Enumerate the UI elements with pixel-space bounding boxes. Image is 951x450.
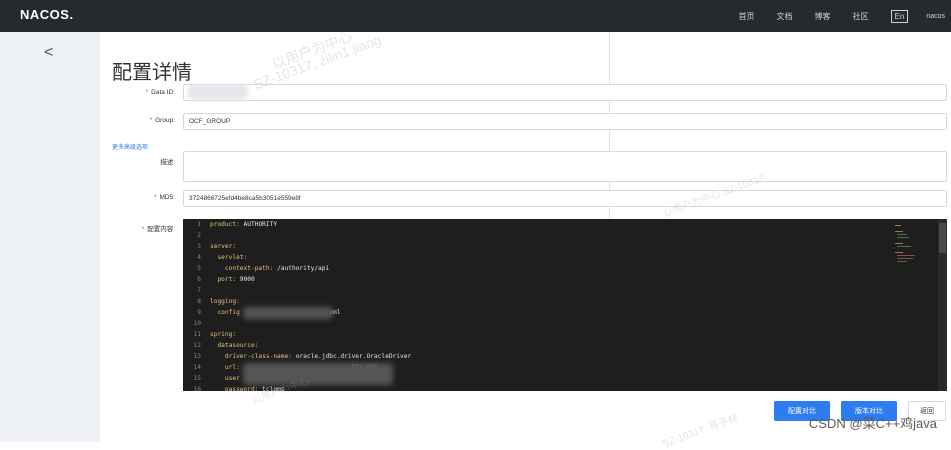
line-number: 12 xyxy=(193,342,201,349)
code-key: spring: xyxy=(210,331,237,338)
code-value: oracle.jdbc.driver.OracleDriver xyxy=(291,353,412,360)
top-navbar: NACOS. 首页 文档 博客 社区 En nacos xyxy=(0,0,951,32)
code-text: logging: xyxy=(210,298,240,305)
line-number: 14 xyxy=(193,364,201,371)
code-text: servlet: xyxy=(210,254,247,261)
md5-label: * MD5: xyxy=(153,194,175,201)
line-number: 13 xyxy=(193,353,201,360)
code-text: server: xyxy=(210,243,236,250)
language-switch-button[interactable]: En xyxy=(890,9,909,23)
line-number: 2 xyxy=(197,232,201,239)
code-text: datasource: xyxy=(210,342,258,349)
group-field[interactable]: OCF_GROUP xyxy=(183,113,947,130)
code-text: product: AUTHORITY xyxy=(210,221,277,228)
editor-scrollbar[interactable] xyxy=(938,219,947,391)
page-title: 配置详情 xyxy=(112,60,192,84)
code-key: driver-class-name: xyxy=(210,353,292,360)
watermark: 以用户为中心 xyxy=(269,28,355,72)
code-value: 9000 xyxy=(236,276,255,283)
line-number: 7 xyxy=(197,287,201,294)
code-key: user xyxy=(210,375,240,382)
more-advanced-options-link[interactable]: 更多高级选项 xyxy=(112,142,148,151)
description-textarea[interactable] xyxy=(183,151,947,182)
code-text: user xyxy=(210,375,240,382)
code-text: context-path: /authority/api xyxy=(210,265,329,272)
line-number: 3 xyxy=(197,243,201,250)
code-key: config xyxy=(210,309,240,316)
line-number: 1 xyxy=(197,221,201,228)
line-number: 11 xyxy=(193,331,201,338)
code-key: logging: xyxy=(210,298,240,305)
chevron-left-icon[interactable]: < xyxy=(44,44,53,62)
code-value: tclqms xyxy=(258,386,285,391)
code-key: url: xyxy=(210,364,240,371)
redacted-logging-config xyxy=(243,307,333,319)
code-editor[interactable]: 1 product: AUTHORITY 2 3 server: 4 servlet: 5 … xyxy=(183,219,947,391)
description-label: 描述: xyxy=(160,159,175,166)
editor-scrollbar-thumb[interactable] xyxy=(939,223,946,253)
code-key: port: xyxy=(210,276,237,283)
code-value: AUTHORITY xyxy=(239,221,278,228)
nav-community[interactable]: 社区 xyxy=(853,11,869,22)
redacted-data-id xyxy=(188,85,248,99)
nav-docs[interactable]: 文档 xyxy=(777,11,793,22)
code-key: context-path: xyxy=(210,265,274,272)
csdn-attribution: CSDN @菜C++鸡java xyxy=(808,416,937,431)
nav-home[interactable]: 首页 xyxy=(739,11,755,22)
top-nav: 首页 文档 博客 社区 En nacos xyxy=(717,0,951,32)
code-key: servlet: xyxy=(210,254,248,261)
line-number: 5 xyxy=(197,265,201,272)
watermark: SZ-10317, 蒋子林 xyxy=(661,412,740,450)
line-number: 6 xyxy=(197,276,201,283)
config-detail-panel: 配置详情 * Data ID: * Group: OCF_GROUP 更多高级选项 … xyxy=(100,28,951,450)
line-number: 15 xyxy=(193,375,201,382)
code-text: password: tclqms xyxy=(210,386,285,391)
code-key: product: xyxy=(210,221,240,228)
code-value: /authority/api xyxy=(273,265,330,272)
line-number: 9 xyxy=(197,309,201,316)
user-name[interactable]: nacos xyxy=(926,13,945,20)
nacos-logo[interactable]: NACOS. xyxy=(20,7,74,22)
group-label: * Group: xyxy=(149,117,175,124)
sidebar: < xyxy=(0,32,100,442)
code-text: driver-class-name: oracle.jdbc.driver.Or… xyxy=(210,353,411,360)
redacted-datasource xyxy=(243,363,393,385)
line-number: 4 xyxy=(197,254,201,261)
data-id-field[interactable] xyxy=(183,84,947,101)
code-text: spring: xyxy=(210,331,236,338)
data-id-label: * Data ID: xyxy=(145,89,175,96)
code-key: password: xyxy=(210,386,259,391)
code-text: port: 9000 xyxy=(210,276,255,283)
code-key: server: xyxy=(210,243,237,250)
line-number: 10 xyxy=(193,320,201,327)
md5-field[interactable]: 3724866725efd4be8ca5b3051e559e8f xyxy=(183,190,947,207)
line-number: 8 xyxy=(197,298,201,305)
code-key: datasource: xyxy=(210,342,259,349)
line-number: 16 xyxy=(193,386,201,391)
content-label: * 配置内容: xyxy=(141,226,175,233)
minimap[interactable] xyxy=(895,223,935,269)
nav-blog[interactable]: 博客 xyxy=(815,11,831,22)
